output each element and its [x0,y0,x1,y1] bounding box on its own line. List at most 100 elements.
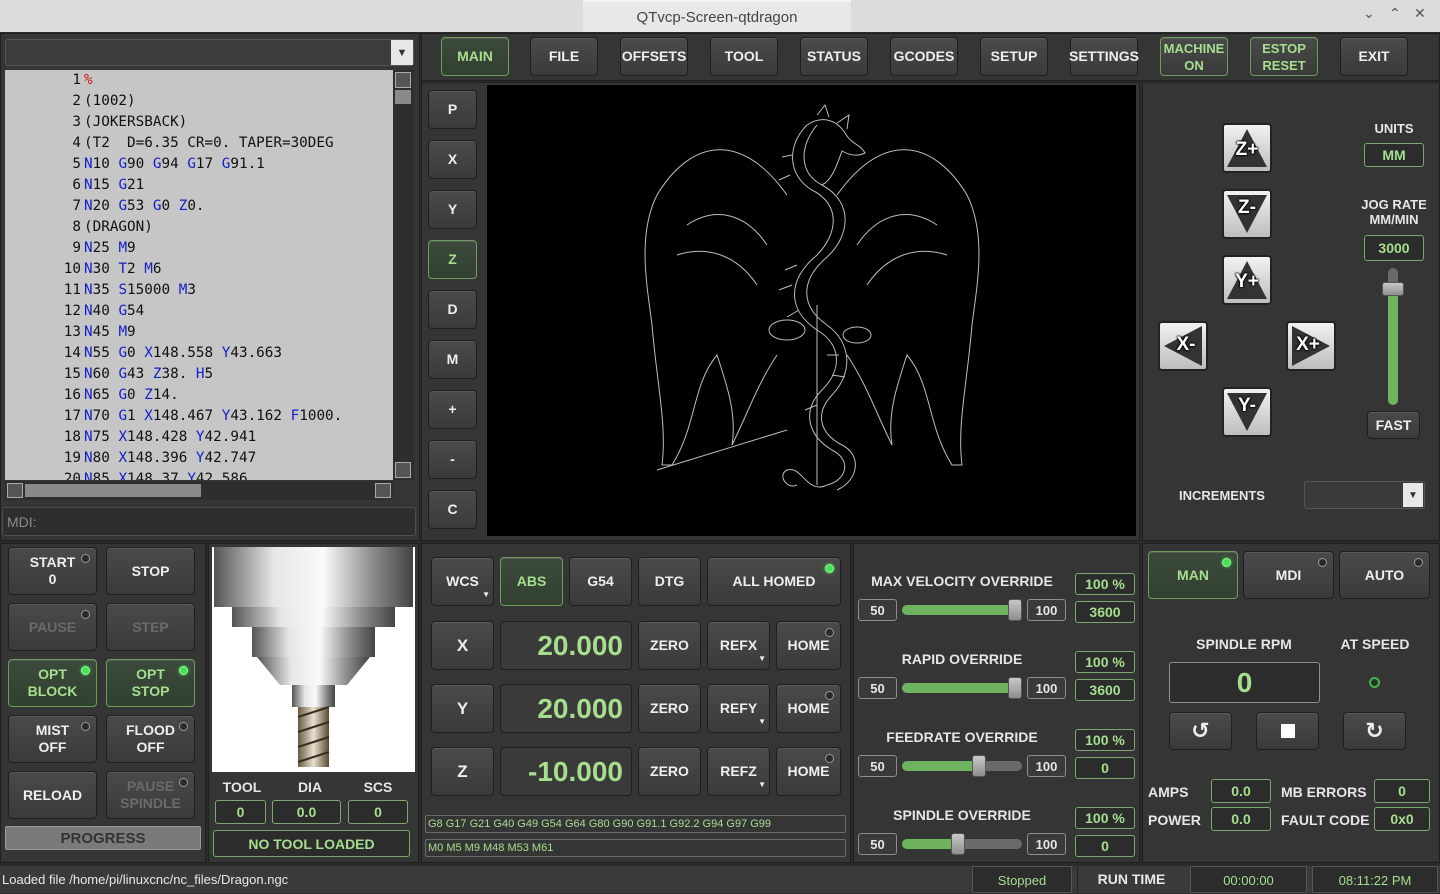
flood-button[interactable]: FLOOD OFF [106,715,195,763]
increments-combo[interactable]: ▼ [1304,481,1425,509]
close-icon[interactable]: ✕ [1414,6,1426,22]
mist-button[interactable]: MIST OFF [8,715,97,763]
gcode-line[interactable]: 17 N70 G1 X148.467 Y43.162 F1000. [5,406,393,427]
gcode-line[interactable]: 16 N65 G0 Z14. [5,385,393,406]
gcode-line[interactable]: 7 N20 G53 G0 Z0. [5,196,393,217]
spindle-reverse-button[interactable]: ↺ [1169,712,1232,750]
gcode-line[interactable]: 1% [5,70,393,91]
tab-gcodes[interactable]: GCODES [890,37,958,76]
tab-estop-reset[interactable]: ESTOP RESET [1250,37,1318,76]
tab-main[interactable]: MAIN [441,37,509,76]
horizontal-scrollbar[interactable] [5,481,393,500]
zero-x-button[interactable]: ZERO [638,621,701,670]
start-button[interactable]: START 0 [8,547,97,595]
override-slider[interactable] [902,599,1022,621]
gcode-line[interactable]: 10 N30 T2 M6 [5,259,393,280]
view-button-z[interactable]: Z [428,240,477,279]
view-button-p[interactable]: P [428,90,477,129]
jog-z-plus-button[interactable]: Z+ [1222,123,1272,173]
home-y-button[interactable]: HOME [776,684,841,733]
gcode-preview[interactable] [487,85,1136,536]
manual-mode-tab[interactable]: MAN [1148,551,1238,599]
tab-tool[interactable]: TOOL [710,37,778,76]
gcode-line[interactable]: 6 N15 G21 [5,175,393,196]
scrollbar-thumb[interactable] [25,484,201,497]
jog-z-minus-button[interactable]: Z- [1222,189,1272,239]
tab-exit[interactable]: EXIT [1340,37,1408,76]
chevron-down-icon[interactable]: ▼ [391,40,413,65]
pause-spindle-button[interactable]: PAUSE SPINDLE [106,771,195,819]
gcode-line[interactable]: 11 N35 S15000 M3 [5,280,393,301]
tab-machine-on[interactable]: MACHINE ON [1160,37,1228,76]
scrollbar-thumb[interactable] [395,90,411,104]
axis-y-button[interactable]: Y [431,684,494,733]
gcode-line[interactable]: 13 N45 M9 [5,322,393,343]
override-slider[interactable] [902,677,1022,699]
abs-button[interactable]: ABS [500,557,563,606]
wcs-button[interactable]: WCS ▼ [431,557,494,606]
jog-x-minus-button[interactable]: X- [1158,321,1208,371]
caret-down-icon: ▼ [758,717,766,726]
tab-file[interactable]: FILE [530,37,598,76]
tab-settings[interactable]: SETTINGS [1069,37,1139,76]
spindle-stop-button[interactable] [1256,712,1319,750]
opt-stop-button[interactable]: OPT STOP [106,659,195,707]
gcode-line[interactable]: 9 N25 M9 [5,238,393,259]
gcode-line[interactable]: 4 (T2 D=6.35 CR=0. TAPER=30DEG [5,133,393,154]
all-homed-indicator[interactable]: ALL HOMED [707,557,841,606]
mdi-input[interactable]: MDI: [2,507,416,536]
ref-z-button[interactable]: REFZ ▼ [707,747,770,796]
spindle-forward-button[interactable]: ↻ [1343,712,1406,750]
home-x-button[interactable]: HOME [776,621,841,670]
gcode-line[interactable]: 18 N75 X148.428 Y42.941 [5,427,393,448]
reload-button[interactable]: RELOAD [8,771,97,819]
gcode-line[interactable]: 20 N85 X148.37 Y42.586 [5,469,393,480]
chevron-down-icon[interactable]: ▼ [1403,483,1423,507]
gcode-line[interactable]: 14 N55 G0 X148.558 Y43.663 [5,343,393,364]
jog-x-plus-button[interactable]: X+ [1286,321,1336,371]
opt-block-button[interactable]: OPT BLOCK [8,659,97,707]
fast-button[interactable]: FAST [1367,411,1420,439]
pause-button[interactable]: PAUSE [8,603,97,651]
home-z-button[interactable]: HOME [776,747,841,796]
g54-button[interactable]: G54 [569,557,632,606]
jog-rate-slider[interactable] [1382,268,1404,405]
axis-x-button[interactable]: X [431,621,494,670]
gcode-line[interactable]: 12 N40 G54 [5,301,393,322]
view-button-x[interactable]: X [428,140,477,179]
view-button-zoom-in[interactable]: + [428,390,477,429]
tab-offsets[interactable]: OFFSETS [620,37,688,76]
tab-status[interactable]: STATUS [800,37,868,76]
view-button-zoom-out[interactable]: - [428,440,477,479]
ref-y-button[interactable]: REFY ▼ [707,684,770,733]
gcode-line[interactable]: 19 N80 X148.396 Y42.747 [5,448,393,469]
gcode-line[interactable]: 15 N60 G43 Z38. H5 [5,364,393,385]
view-button-c[interactable]: C [428,490,477,529]
gcode-line[interactable]: 5 N10 G90 G94 G17 G91.1 [5,154,393,175]
ref-x-button[interactable]: REFX ▼ [707,621,770,670]
step-button[interactable]: STEP [106,603,195,651]
vertical-scrollbar[interactable] [393,70,414,480]
jog-y-plus-button[interactable]: Y+ [1222,255,1272,305]
axis-z-button[interactable]: Z [431,747,494,796]
gcode-line[interactable]: 2 (1002) [5,91,393,112]
view-button-d[interactable]: D [428,290,477,329]
dtg-button[interactable]: DTG [638,557,701,606]
override-slider[interactable] [902,833,1022,855]
zero-z-button[interactable]: ZERO [638,747,701,796]
view-button-m[interactable]: M [428,340,477,379]
stop-button[interactable]: STOP [106,547,195,595]
tab-setup[interactable]: SETUP [980,37,1048,76]
zero-y-button[interactable]: ZERO [638,684,701,733]
maximize-icon[interactable]: ⌃ [1389,6,1401,22]
gcode-line[interactable]: 3 (JOKERSBACK) [5,112,393,133]
view-button-y[interactable]: Y [428,190,477,229]
file-combo[interactable]: ▼ [5,39,414,66]
auto-mode-tab[interactable]: AUTO [1339,551,1430,599]
gcode-line[interactable]: 8 (DRAGON) [5,217,393,238]
gcode-editor[interactable]: 1% 2 (1002) 3 (JOKERSBACK) 4 (T2 D=6.35 CR=0. … [5,70,393,480]
override-slider[interactable] [902,755,1022,777]
mdi-mode-tab[interactable]: MDI [1243,551,1334,599]
jog-y-minus-button[interactable]: Y- [1222,387,1272,437]
minimize-icon[interactable]: ⌄ [1363,6,1375,22]
